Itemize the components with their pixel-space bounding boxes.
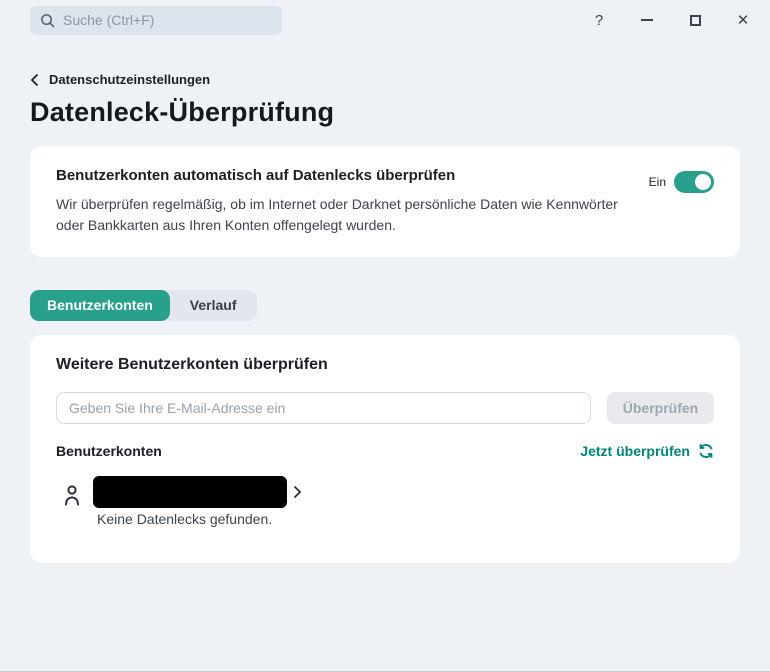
maximize-button[interactable] <box>686 11 704 29</box>
refresh-icon <box>698 443 714 459</box>
account-email-redacted <box>93 476 287 508</box>
search-input[interactable] <box>63 12 272 28</box>
account-row[interactable]: Keine Datenlecks gefunden. <box>56 476 714 527</box>
toggle-knob <box>695 174 711 190</box>
auto-check-card: Benutzerkonten automatisch auf Datenleck… <box>30 146 740 257</box>
auto-check-description: Wir überprüfen regelmäßig, ob im Interne… <box>56 196 618 233</box>
check-card-title: Weitere Benutzerkonten überprüfen <box>56 356 328 373</box>
chevron-right-icon <box>293 485 302 499</box>
title-bar: ? ✕ <box>0 0 770 40</box>
auto-check-toggle[interactable] <box>674 171 714 193</box>
minimize-icon <box>641 19 653 21</box>
tab-verlauf[interactable]: Verlauf <box>170 290 257 321</box>
tab-benutzerkonten[interactable]: Benutzerkonten <box>30 290 170 321</box>
check-now-link[interactable]: Jetzt überprüfen <box>580 443 714 459</box>
search-box[interactable] <box>30 5 282 35</box>
minimize-button[interactable] <box>638 11 656 29</box>
help-button[interactable]: ? <box>590 11 608 29</box>
window-controls: ? ✕ <box>590 11 752 30</box>
accounts-section-label: Benutzerkonten <box>56 443 162 459</box>
search-icon <box>40 13 55 28</box>
page-title: Datenleck-Überprüfung <box>30 97 335 127</box>
tab-bar: Benutzerkonten Verlauf <box>30 290 257 321</box>
breadcrumb-label: Datenschutzeinstellungen <box>49 72 211 87</box>
email-field[interactable] <box>56 392 591 424</box>
account-status: Keine Datenlecks gefunden. <box>97 511 273 527</box>
close-button[interactable]: ✕ <box>734 11 752 29</box>
auto-check-title: Benutzerkonten automatisch auf Datenleck… <box>56 167 456 184</box>
check-button[interactable]: Überprüfen <box>607 392 714 424</box>
check-accounts-card: Weitere Benutzerkonten überprüfen Überpr… <box>30 335 740 563</box>
check-now-label: Jetzt überprüfen <box>580 443 690 459</box>
user-icon <box>63 483 93 507</box>
chevron-left-icon <box>30 73 39 87</box>
breadcrumb-back[interactable]: Datenschutzeinstellungen <box>30 72 210 87</box>
toggle-state-label: Ein <box>648 175 666 189</box>
maximize-icon <box>689 14 701 26</box>
